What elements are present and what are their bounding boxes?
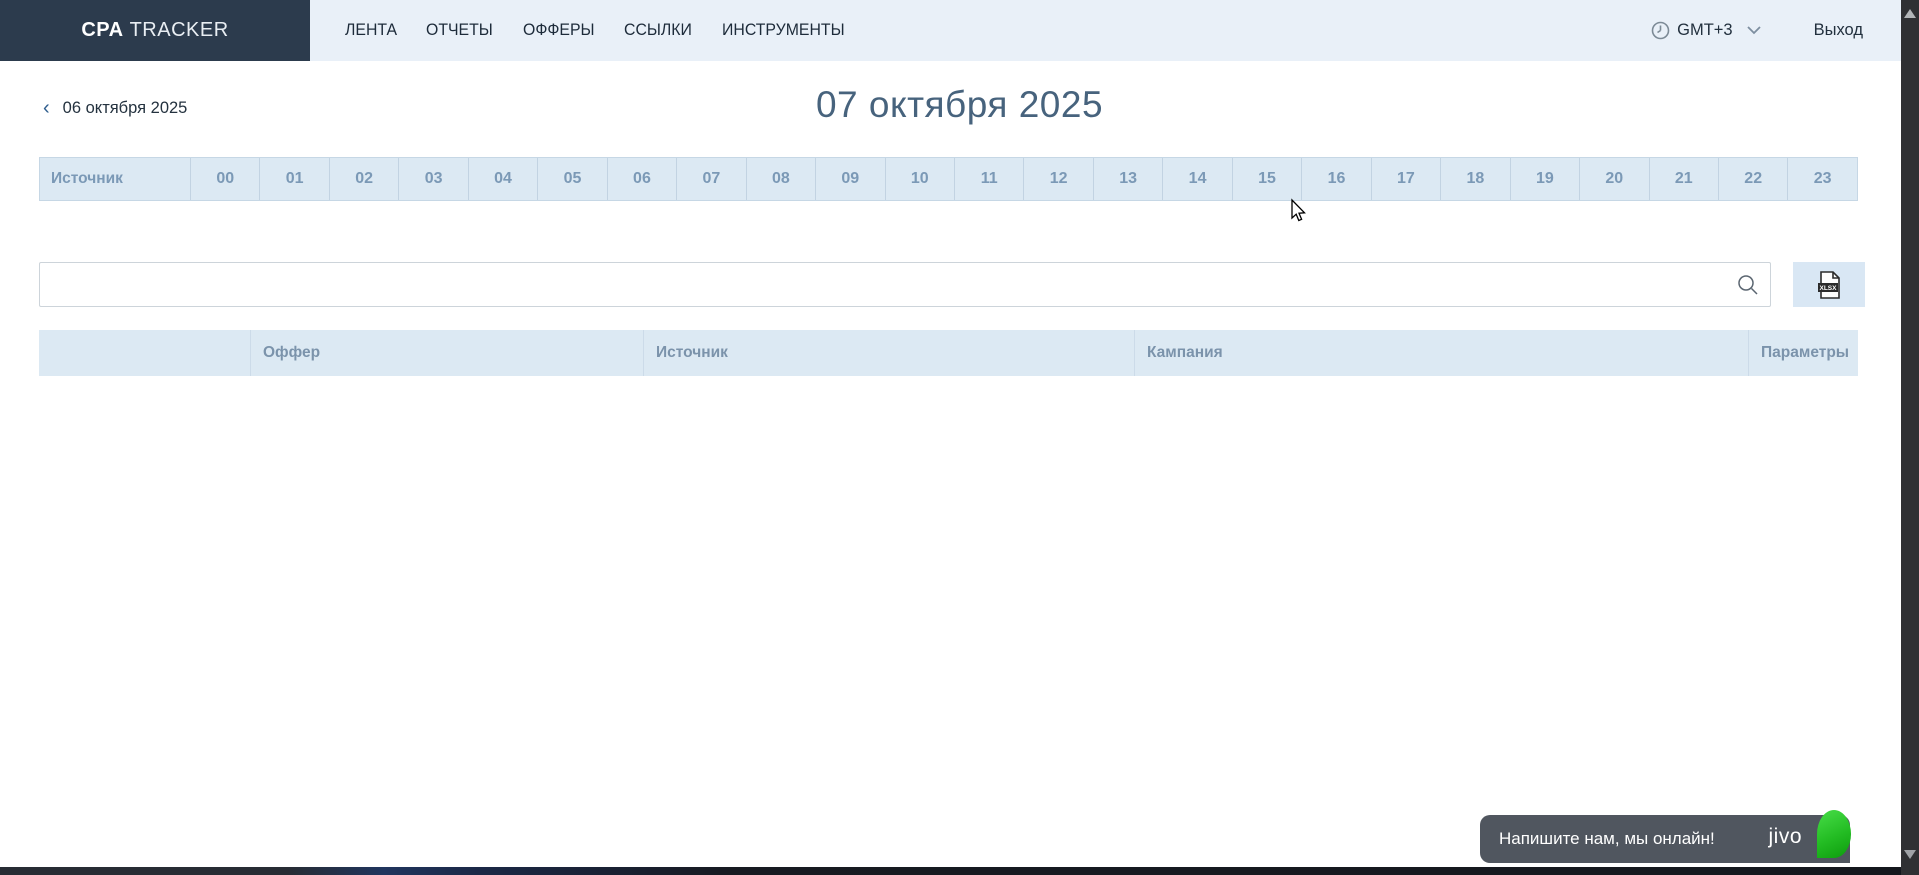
- hour-column-header: 04: [468, 158, 537, 200]
- hour-column-header: 00: [190, 158, 259, 200]
- top-navbar: CPA TRACKER ЛЕНТА ОТЧЕТЫ ОФФЕРЫ ССЫЛКИ И…: [0, 0, 1919, 61]
- hour-source-header: Источник: [40, 158, 190, 200]
- chat-message: Напишите нам, мы онлайн!: [1480, 829, 1715, 849]
- hour-column-header: 09: [815, 158, 884, 200]
- hour-column-header: 06: [607, 158, 676, 200]
- nav-item-lenta[interactable]: ЛЕНТА: [345, 21, 397, 40]
- chat-widget[interactable]: Напишите нам, мы онлайн! jivo: [1480, 815, 1850, 863]
- chevron-down-icon: [1747, 26, 1761, 35]
- export-xlsx-button[interactable]: XLSX: [1793, 262, 1865, 307]
- results-column-header-3: Кампания: [1134, 330, 1748, 376]
- hour-column-header: 13: [1093, 158, 1162, 200]
- hour-column-header: 22: [1718, 158, 1787, 200]
- search-input[interactable]: [40, 263, 1770, 306]
- xlsx-file-icon: XLSX: [1815, 270, 1843, 300]
- hour-column-header: 19: [1510, 158, 1579, 200]
- nav-item-instrumenty[interactable]: ИНСТРУМЕНТЫ: [722, 21, 845, 40]
- hour-column-header: 11: [954, 158, 1023, 200]
- nav-item-otchety[interactable]: ОТЧЕТЫ: [426, 21, 493, 40]
- hour-column-header: 18: [1440, 158, 1509, 200]
- hour-column-header: 12: [1023, 158, 1092, 200]
- main-nav: ЛЕНТА ОТЧЕТЫ ОФФЕРЫ ССЫЛКИ ИНСТРУМЕНТЫ: [345, 0, 877, 61]
- jivo-logo: jivo: [1768, 825, 1802, 849]
- nav-item-offery[interactable]: ОФФЕРЫ: [523, 21, 595, 40]
- timezone-selector[interactable]: GMT+3: [1651, 21, 1767, 40]
- hour-column-header: 23: [1787, 158, 1856, 200]
- hour-column-header: 05: [537, 158, 606, 200]
- nav-right-controls: GMT+3 Выход: [1651, 0, 1863, 61]
- hour-column-header: 03: [398, 158, 467, 200]
- clock-icon: [1651, 21, 1670, 40]
- results-column-header-1: Оффер: [250, 330, 643, 376]
- app-logo[interactable]: CPA TRACKER: [0, 0, 310, 61]
- hour-column-header: 16: [1301, 158, 1370, 200]
- hour-column-header: 20: [1579, 158, 1648, 200]
- hour-column-header: 14: [1162, 158, 1231, 200]
- nav-item-ssylki[interactable]: ССЫЛКИ: [624, 21, 692, 40]
- results-table-header: ОфферИсточникКампанияПараметры: [39, 330, 1858, 376]
- search-icon[interactable]: [1736, 273, 1760, 302]
- scroll-up-arrow-icon[interactable]: [1904, 9, 1916, 18]
- vertical-scrollbar[interactable]: [1901, 0, 1919, 875]
- logout-button[interactable]: Выход: [1814, 21, 1863, 40]
- app-logo-bold: CPA: [81, 19, 123, 42]
- results-column-header-empty: [39, 330, 250, 376]
- hour-column-header: 15: [1232, 158, 1301, 200]
- jivo-leaf-icon: [1817, 810, 1851, 858]
- hour-column-header: 07: [676, 158, 745, 200]
- page-title: 07 октября 2025: [0, 84, 1919, 126]
- timezone-label: GMT+3: [1677, 21, 1732, 40]
- hour-header-row: Источник 0001020304050607080910111213141…: [39, 157, 1858, 201]
- results-column-header-4: Параметры: [1748, 330, 1858, 376]
- hour-column-header: 02: [329, 158, 398, 200]
- scroll-down-arrow-icon[interactable]: [1904, 850, 1916, 859]
- bottom-section-edge: [0, 867, 1919, 875]
- hour-column-header: 17: [1371, 158, 1440, 200]
- search-box: [39, 262, 1771, 307]
- hour-column-header: 21: [1649, 158, 1718, 200]
- hour-column-header: 01: [259, 158, 328, 200]
- svg-text:XLSX: XLSX: [1820, 285, 1838, 292]
- hour-column-header: 10: [885, 158, 954, 200]
- app-logo-light: TRACKER: [130, 19, 229, 42]
- results-column-header-2: Источник: [643, 330, 1134, 376]
- hour-column-header: 08: [746, 158, 815, 200]
